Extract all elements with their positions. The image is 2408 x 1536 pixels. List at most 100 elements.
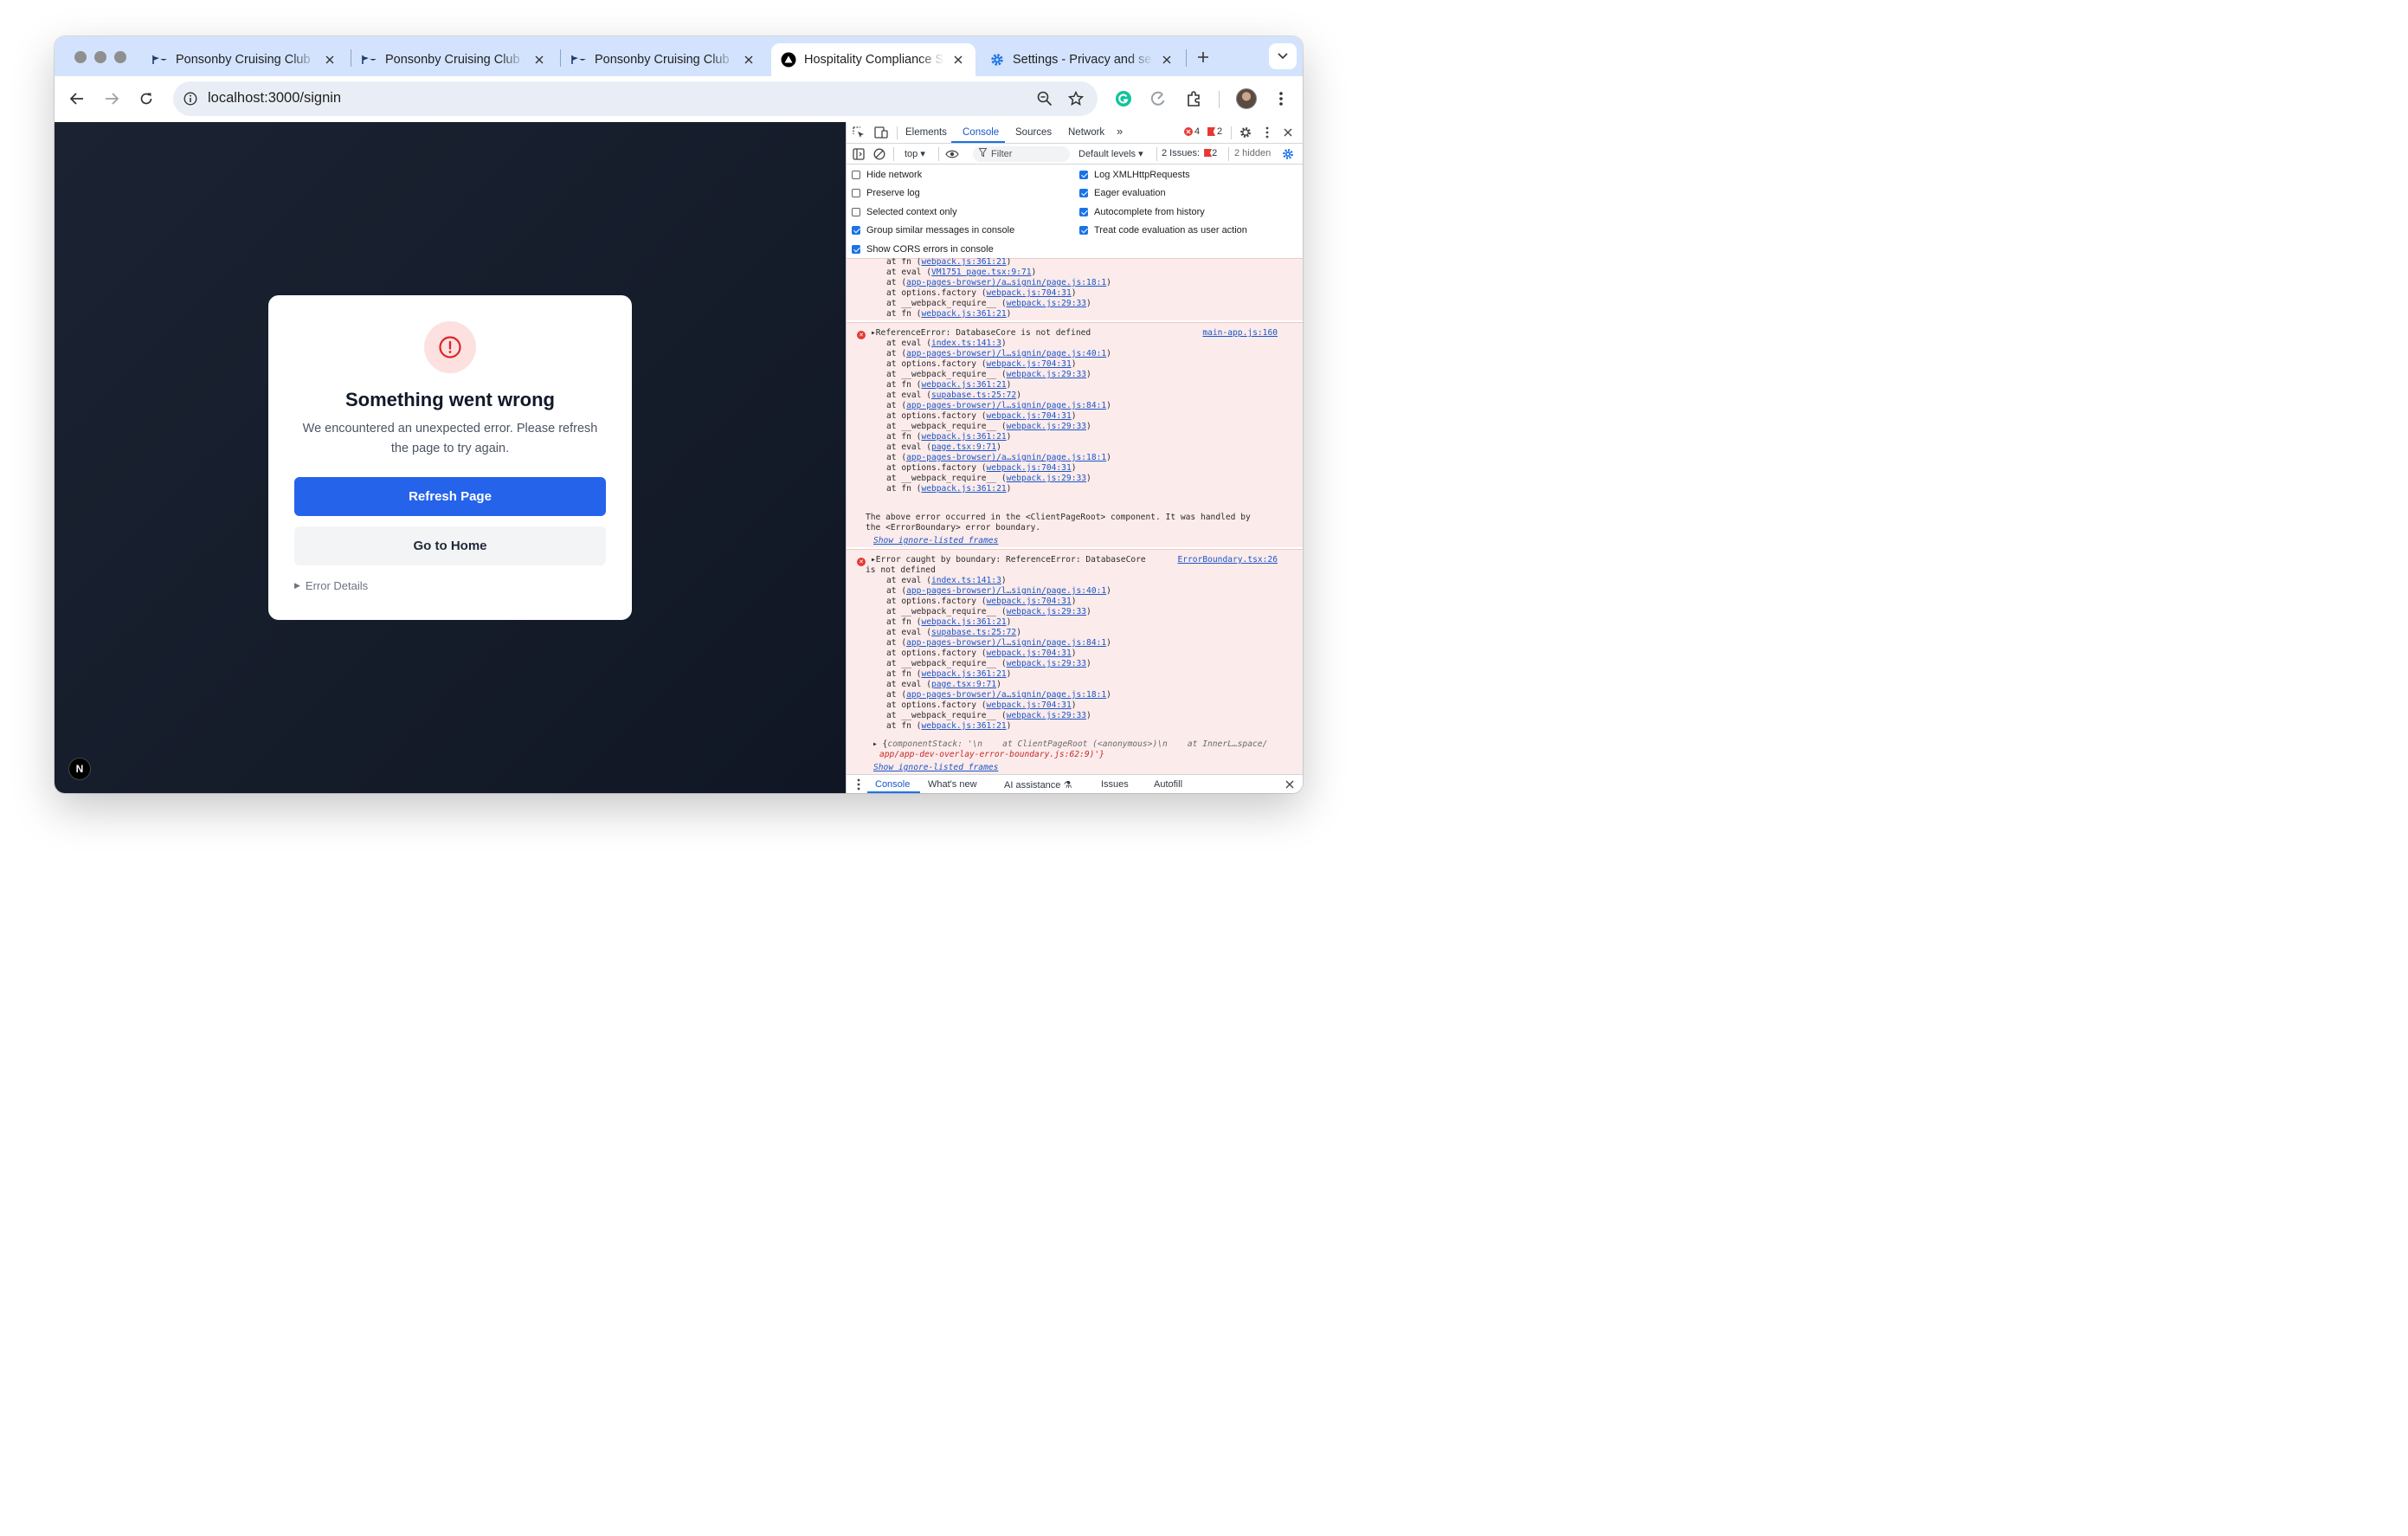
stack-frame-link[interactable]: webpack.js:704:31 xyxy=(987,359,1072,369)
drawer-tab-ai-assistance[interactable]: AI assistance ⚗ xyxy=(1004,779,1072,791)
stack-frame-link[interactable]: webpack.js:704:31 xyxy=(987,700,1072,710)
site-info-icon[interactable] xyxy=(180,88,201,109)
profile-avatar[interactable] xyxy=(1236,88,1257,109)
error-count-badge[interactable]: ✕ 4 xyxy=(1184,126,1200,137)
forward-arrow-icon[interactable] xyxy=(100,87,123,110)
log-xhr-checkbox[interactable]: Log XMLHttpRequests xyxy=(1079,170,1190,180)
issues-link[interactable]: 2 Issues: 2 xyxy=(1162,148,1217,158)
stack-frame-link[interactable]: webpack.js:29:33 xyxy=(1007,474,1086,483)
devtools-tab-elements[interactable]: Elements xyxy=(905,127,947,138)
devtools-tab-sources[interactable]: Sources xyxy=(1015,127,1052,138)
close-tab-icon[interactable] xyxy=(531,51,548,68)
stack-frame-link[interactable]: index.ts:141:3 xyxy=(931,339,1001,348)
devtools-menu-kebab-icon[interactable] xyxy=(1260,126,1274,139)
stack-frame-link[interactable]: page.tsx:9:71 xyxy=(931,442,996,452)
stack-frame-link[interactable]: supabase.ts:25:72 xyxy=(931,390,1016,400)
browser-tab[interactable]: Ponsonby Cruising Club - xyxy=(562,43,766,76)
zoom-magnifier-icon[interactable] xyxy=(1034,88,1055,109)
stack-frame-link[interactable]: webpack.js:29:33 xyxy=(1007,422,1086,431)
browser-tab[interactable]: Settings - Privacy and se xyxy=(980,43,1184,76)
go-home-button[interactable]: Go to Home xyxy=(294,526,606,565)
context-selector[interactable]: top ▾ xyxy=(905,148,925,159)
show-ignore-listed-link[interactable]: Show ignore-listed frames xyxy=(873,536,998,546)
back-arrow-icon[interactable] xyxy=(66,87,88,110)
stack-frame-link[interactable]: webpack.js:29:33 xyxy=(1007,607,1086,616)
source-link[interactable]: ErrorBoundary.tsx:26 xyxy=(1177,555,1278,565)
stack-frame-link[interactable]: webpack.js:29:33 xyxy=(1007,299,1086,308)
stack-frame-link[interactable]: app-pages-browser)/a…signin/page.js:18:1 xyxy=(906,278,1106,287)
stack-frame-link[interactable]: page.tsx:9:71 xyxy=(931,680,996,689)
error-details-toggle[interactable]: ▶ Error Details xyxy=(294,579,368,592)
stack-frame-link[interactable]: app-pages-browser)/l…signin/page.js:84:1 xyxy=(906,401,1106,410)
issue-count-badge[interactable]: 2 xyxy=(1207,126,1222,137)
eager-eval-checkbox[interactable]: Eager evaluation xyxy=(1079,188,1166,198)
stack-frame-link[interactable]: app-pages-browser)/a…signin/page.js:18:1 xyxy=(906,690,1106,700)
stack-frame-link[interactable]: index.ts:141:3 xyxy=(931,576,1001,585)
user-action-checkbox[interactable]: Treat code evaluation as user action xyxy=(1079,225,1247,236)
close-tab-icon[interactable] xyxy=(950,51,967,68)
console-error-message[interactable]: ✕ ▸ReferenceError: DatabaseCore is not d… xyxy=(847,322,1303,547)
close-tab-icon[interactable] xyxy=(1158,51,1175,68)
new-tab-plus-icon[interactable] xyxy=(1192,48,1214,67)
live-expression-eye-icon[interactable] xyxy=(945,147,959,161)
stack-frame-link[interactable]: webpack.js:361:21 xyxy=(921,617,1006,627)
close-tab-icon[interactable] xyxy=(740,51,757,68)
stack-frame-link[interactable]: webpack.js:361:21 xyxy=(921,669,1006,679)
close-tab-icon[interactable] xyxy=(321,51,338,68)
drawer-tab-console[interactable]: Console xyxy=(875,779,910,790)
stack-frame-link[interactable]: supabase.ts:25:72 xyxy=(931,628,1016,637)
browser-menu-kebab-icon[interactable] xyxy=(1270,87,1292,110)
browser-tab[interactable]: Ponsonby Cruising Club - xyxy=(352,43,557,76)
maximize-window-button[interactable] xyxy=(114,51,126,63)
log-levels-dropdown[interactable]: Default levels ▾ xyxy=(1078,148,1143,159)
stack-frame-link[interactable]: webpack.js:704:31 xyxy=(987,411,1072,421)
close-devtools-icon[interactable] xyxy=(1281,126,1295,139)
stack-frame-link[interactable]: webpack.js:29:33 xyxy=(1007,370,1086,379)
stack-frame-link[interactable]: webpack.js:361:21 xyxy=(921,721,1006,731)
devtools-tab-console[interactable]: Console xyxy=(963,127,999,138)
nextjs-dev-indicator[interactable]: N xyxy=(68,758,91,780)
drawer-tab-autofill[interactable]: Autofill xyxy=(1154,779,1182,790)
selected-context-checkbox[interactable]: Selected context only xyxy=(852,207,957,217)
stack-frame-link[interactable]: webpack.js:361:21 xyxy=(921,380,1006,390)
refresh-page-button[interactable]: Refresh Page xyxy=(294,477,606,516)
close-drawer-icon[interactable] xyxy=(1283,778,1297,791)
bookmark-star-icon[interactable] xyxy=(1066,88,1086,109)
component-stack-object[interactable]: ▸ {componentStack: '\n at ClientPageRoot… xyxy=(872,739,1267,750)
sidebar-toggle-icon[interactable] xyxy=(852,147,866,161)
group-similar-checkbox[interactable]: Group similar messages in console xyxy=(852,225,1014,236)
devtools-tab-network[interactable]: Network xyxy=(1068,127,1104,138)
stack-frame-link[interactable]: webpack.js:704:31 xyxy=(987,597,1072,606)
stack-frame-link[interactable]: webpack.js:704:31 xyxy=(987,649,1072,658)
autocomplete-checkbox[interactable]: Autocomplete from history xyxy=(1079,207,1205,217)
hide-network-checkbox[interactable]: Hide network xyxy=(852,170,922,180)
stack-frame-link[interactable]: webpack.js:704:31 xyxy=(987,463,1072,473)
source-link[interactable]: main-app.js:160 xyxy=(1202,328,1278,338)
filter-input[interactable]: Filter xyxy=(973,146,1070,162)
browser-tab[interactable]: Ponsonby Cruising Club - xyxy=(143,43,347,76)
clear-console-icon[interactable] xyxy=(872,147,886,161)
browser-tab-active[interactable]: Hospitality Compliance S xyxy=(771,43,975,76)
show-ignore-listed-link[interactable]: Show ignore-listed frames xyxy=(873,763,998,773)
drawer-tab-issues[interactable]: Issues xyxy=(1101,779,1129,790)
preserve-log-checkbox[interactable]: Preserve log xyxy=(852,188,920,198)
error-header[interactable]: ▸Error caught by boundary: ReferenceErro… xyxy=(871,555,1146,565)
loading-extension-icon[interactable] xyxy=(1147,87,1169,110)
tab-search-chevron-icon[interactable] xyxy=(1269,43,1297,69)
stack-frame-link[interactable]: app-pages-browser)/a…signin/page.js:18:1 xyxy=(906,453,1106,462)
drawer-tab-whats-new[interactable]: What's new xyxy=(928,779,977,790)
reload-icon[interactable] xyxy=(135,87,158,110)
stack-frame-link[interactable]: webpack.js:361:21 xyxy=(921,432,1006,442)
stack-frame-link[interactable]: webpack.js:361:21 xyxy=(921,484,1006,494)
more-tabs-chevron-icon[interactable]: » xyxy=(1117,125,1123,138)
stack-frame-link[interactable]: webpack.js:704:31 xyxy=(987,288,1072,298)
console-output[interactable]: at fn (webpack.js:361:21) at eval (VM1751… xyxy=(847,258,1303,774)
show-cors-checkbox[interactable]: Show CORS errors in console xyxy=(852,244,994,255)
stack-frame-link[interactable]: VM1751 page.tsx:9:71 xyxy=(931,268,1032,277)
devtools-settings-gear-icon[interactable] xyxy=(1239,126,1252,139)
stack-frame-link[interactable]: app-pages-browser)/l…signin/page.js:84:1 xyxy=(906,638,1106,648)
url-text[interactable]: localhost:3000/signin xyxy=(208,90,341,106)
console-error-message[interactable]: ✕ ▸Error caught by boundary: ReferenceEr… xyxy=(847,549,1303,774)
stack-frame-link[interactable]: webpack.js:361:21 xyxy=(921,309,1006,319)
error-header[interactable]: ▸ReferenceError: DatabaseCore is not def… xyxy=(871,328,1091,339)
